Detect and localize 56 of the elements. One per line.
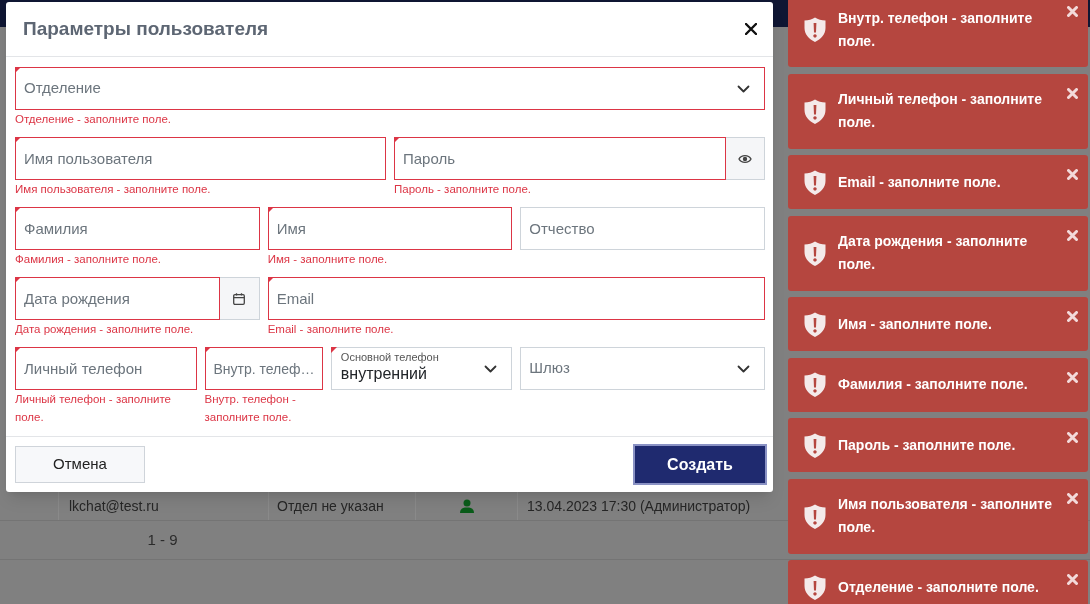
changed-cell-text: 13.04.2023 17:30 (Администратор) <box>527 496 751 516</box>
toast-message: Имя пользователя - заполните поле. <box>838 495 1053 537</box>
pagination-range: 1 - 9 <box>147 529 178 550</box>
toast-message: Фамилия - заполните поле. <box>838 375 1028 394</box>
show-password-button[interactable] <box>726 137 765 180</box>
input-field[interactable]: Внутр. телеф… <box>204 347 323 390</box>
input-field[interactable]: Email <box>267 277 765 320</box>
select-field[interactable]: Шлюз <box>520 347 765 390</box>
error-message: Личный телефон - заполните поле. <box>15 392 172 425</box>
error-message: Фамилия - заполните поле. <box>15 252 162 267</box>
email-cell-text: lkchat@test.ru <box>69 496 159 516</box>
toast-message: Внутр. телефон - заполните поле. <box>838 8 1034 51</box>
floating-label: Основной телефон <box>340 351 439 364</box>
error-message: Имя - заполните поле. <box>267 252 389 267</box>
date-field[interactable]: Дата рождения <box>15 277 220 320</box>
shield-alert-icon <box>804 432 826 458</box>
calendar-icon <box>233 292 246 305</box>
chevron-down-icon <box>737 364 750 373</box>
input-field[interactable]: Имя <box>267 207 513 250</box>
toast-message: Отделение - заполните поле. <box>838 577 1039 597</box>
dialog-title: Параметры пользователя <box>23 16 269 41</box>
shield-alert-icon <box>804 17 826 42</box>
cancel-button[interactable]: Отмена <box>15 446 145 483</box>
eye-icon <box>738 152 752 165</box>
shield-alert-icon <box>804 169 826 195</box>
calendar-button[interactable] <box>219 277 260 320</box>
toast-message: Дата рождения - заполните поле. <box>838 232 1029 274</box>
toast-message: Email - заполните поле. <box>838 172 1001 192</box>
shield-alert-icon <box>804 372 826 397</box>
input-field[interactable]: Имя пользователя <box>15 137 386 180</box>
create-button[interactable]: Создать <box>633 444 767 485</box>
shield-alert-icon <box>804 503 826 529</box>
error-message: Внутр. телефон - заполните поле. <box>204 392 297 425</box>
error-message: Email - заполните поле. <box>267 322 395 337</box>
select-field[interactable]: Основной телефон внутренний <box>330 347 513 390</box>
shield-alert-icon <box>804 240 826 266</box>
close-icon[interactable] <box>745 23 757 35</box>
shield-alert-icon <box>804 311 826 337</box>
department-cell-text: Отдел не указан <box>277 496 384 516</box>
person-icon <box>459 499 474 513</box>
toast-message: Личный телефон - заполните поле. <box>838 90 1043 132</box>
select-field[interactable]: Отделение <box>15 67 765 110</box>
toast-message: Пароль - заполните поле. <box>838 435 1016 455</box>
error-message: Пароль - заполните поле. <box>394 182 533 197</box>
error-message: Имя пользователя - заполните поле. <box>15 182 212 197</box>
error-message: Дата рождения - заполните поле. <box>15 322 195 337</box>
toast-message: Имя - заполните поле. <box>838 314 992 334</box>
shield-alert-icon <box>804 98 826 124</box>
input-field[interactable]: Фамилия <box>15 207 260 250</box>
shield-alert-icon <box>804 574 826 600</box>
password-field[interactable]: Пароль <box>394 137 726 180</box>
chevron-down-icon <box>484 364 498 373</box>
chevron-down-icon <box>737 84 750 93</box>
input-field[interactable]: Личный телефон <box>15 347 197 390</box>
error-message: Отделение - заполните поле. <box>15 112 172 127</box>
select-value: внутренний <box>340 364 428 384</box>
